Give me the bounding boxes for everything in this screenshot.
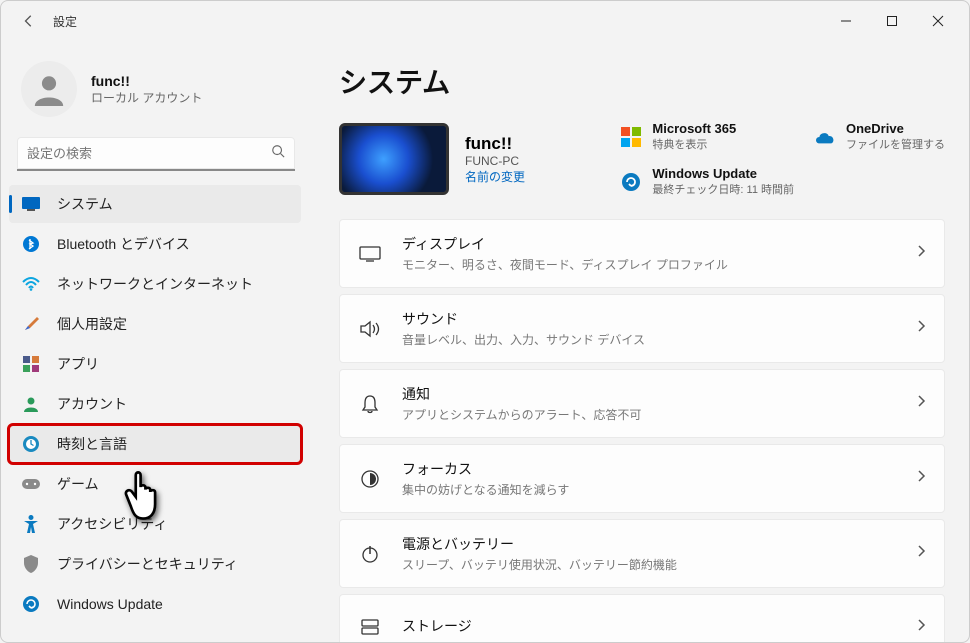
promo-sub: 特典を表示 [652, 136, 736, 152]
sidebar-item-accounts[interactable]: アカウント [9, 385, 301, 423]
sidebar-item-label: アプリ [57, 354, 99, 374]
chevron-right-icon [916, 469, 926, 488]
sidebar-item-bluetooth[interactable]: Bluetooth とデバイス [9, 225, 301, 263]
sidebar-item-network[interactable]: ネットワークとインターネット [9, 265, 301, 303]
card-title: ディスプレイ [402, 234, 916, 254]
chevron-right-icon [916, 544, 926, 563]
device-pc: FUNC-PC [465, 154, 525, 168]
sidebar-item-label: 時刻と言語 [57, 434, 127, 454]
clock-globe-icon [21, 434, 41, 454]
search-icon [271, 144, 285, 163]
gamepad-icon [21, 474, 41, 494]
focus-icon [358, 467, 382, 491]
sidebar-item-label: プライバシーとセキュリティ [57, 554, 238, 574]
shield-icon [21, 554, 41, 574]
profile-block[interactable]: func!! ローカル アカウント [9, 49, 311, 137]
device-name: func!! [465, 134, 525, 154]
sidebar-item-label: アカウント [57, 394, 127, 414]
window-title: 設定 [53, 13, 77, 30]
avatar [21, 61, 77, 117]
card-sub: アプリとシステムからのアラート、応答不可 [402, 406, 916, 423]
card-storage[interactable]: ストレージ [339, 594, 945, 642]
page-title: システム [339, 61, 945, 101]
bluetooth-icon [21, 234, 41, 254]
card-sub: モニター、明るさ、夜間モード、ディスプレイ プロファイル [402, 256, 916, 273]
promo-onedrive[interactable]: OneDrive ファイルを管理する [814, 121, 945, 152]
sidebar-item-personalization[interactable]: 個人用設定 [9, 305, 301, 343]
brush-icon [21, 314, 41, 334]
device-thumb [339, 123, 449, 195]
m365-icon [620, 126, 642, 148]
chevron-right-icon [916, 244, 926, 263]
sidebar-item-label: ネットワークとインターネット [57, 274, 253, 294]
profile-sub: ローカル アカウント [91, 89, 202, 106]
bell-icon [358, 392, 382, 416]
promo-title: OneDrive [846, 121, 945, 136]
promo-sub: 最終チェック日時: 11 時間前 [652, 181, 794, 197]
card-notifications[interactable]: 通知 アプリとシステムからのアラート、応答不可 [339, 369, 945, 438]
promo-m365[interactable]: Microsoft 365 特典を表示 [620, 121, 794, 152]
device-block[interactable]: func!! FUNC-PC 名前の変更 [339, 121, 525, 197]
profile-name: func!! [91, 73, 202, 89]
apps-icon [21, 354, 41, 374]
card-focus[interactable]: フォーカス 集中の妨げとなる通知を減らす [339, 444, 945, 513]
sidebar-item-label: Windows Update [57, 596, 163, 612]
power-icon [358, 542, 382, 566]
rename-link[interactable]: 名前の変更 [465, 168, 525, 185]
sidebar-item-privacy[interactable]: プライバシーとセキュリティ [9, 545, 301, 583]
card-display[interactable]: ディスプレイ モニター、明るさ、夜間モード、ディスプレイ プロファイル [339, 219, 945, 288]
card-sub: スリープ、バッテリ使用状況、バッテリー節約機能 [402, 556, 916, 573]
chevron-right-icon [916, 394, 926, 413]
card-sub: 集中の妨げとなる通知を減らす [402, 481, 916, 498]
minimize-button[interactable] [823, 1, 869, 41]
sidebar-item-apps[interactable]: アプリ [9, 345, 301, 383]
update-icon [620, 171, 642, 193]
promo-title: Microsoft 365 [652, 121, 736, 136]
cloud-icon [814, 126, 836, 148]
accessibility-icon [21, 514, 41, 534]
card-sub: 音量レベル、出力、入力、サウンド デバイス [402, 331, 916, 348]
card-title: フォーカス [402, 459, 916, 479]
sidebar-item-label: 個人用設定 [57, 314, 127, 334]
card-power[interactable]: 電源とバッテリー スリープ、バッテリ使用状況、バッテリー節約機能 [339, 519, 945, 588]
card-title: 電源とバッテリー [402, 534, 916, 554]
card-sound[interactable]: サウンド 音量レベル、出力、入力、サウンド デバイス [339, 294, 945, 363]
sidebar-item-label: アクセシビリティ [57, 514, 167, 534]
sidebar-item-label: ゲーム [57, 474, 99, 494]
sidebar-item-gaming[interactable]: ゲーム [9, 465, 301, 503]
sidebar-item-label: Bluetooth とデバイス [57, 234, 190, 254]
search-box[interactable] [17, 137, 295, 171]
sidebar-item-windows-update[interactable]: Windows Update [9, 585, 301, 623]
card-title: 通知 [402, 384, 916, 404]
update-icon [21, 594, 41, 614]
chevron-right-icon [916, 618, 926, 637]
promo-wu[interactable]: Windows Update 最終チェック日時: 11 時間前 [620, 166, 794, 197]
sidebar-item-time-language[interactable]: 時刻と言語 [9, 425, 301, 463]
search-input[interactable] [27, 146, 271, 161]
promo-title: Windows Update [652, 166, 794, 181]
chevron-right-icon [916, 319, 926, 338]
sound-icon [358, 317, 382, 341]
card-title: ストレージ [402, 616, 916, 636]
card-title: サウンド [402, 309, 916, 329]
display-icon [358, 242, 382, 266]
promo-sub: ファイルを管理する [846, 136, 945, 152]
close-button[interactable] [915, 1, 961, 41]
maximize-button[interactable] [869, 1, 915, 41]
sidebar-item-system[interactable]: システム [9, 185, 301, 223]
wifi-icon [21, 274, 41, 294]
sidebar-item-label: システム [57, 194, 113, 214]
sidebar-item-accessibility[interactable]: アクセシビリティ [9, 505, 301, 543]
system-icon [21, 194, 41, 214]
person-icon [21, 394, 41, 414]
back-button[interactable] [9, 14, 49, 28]
storage-icon [358, 615, 382, 639]
